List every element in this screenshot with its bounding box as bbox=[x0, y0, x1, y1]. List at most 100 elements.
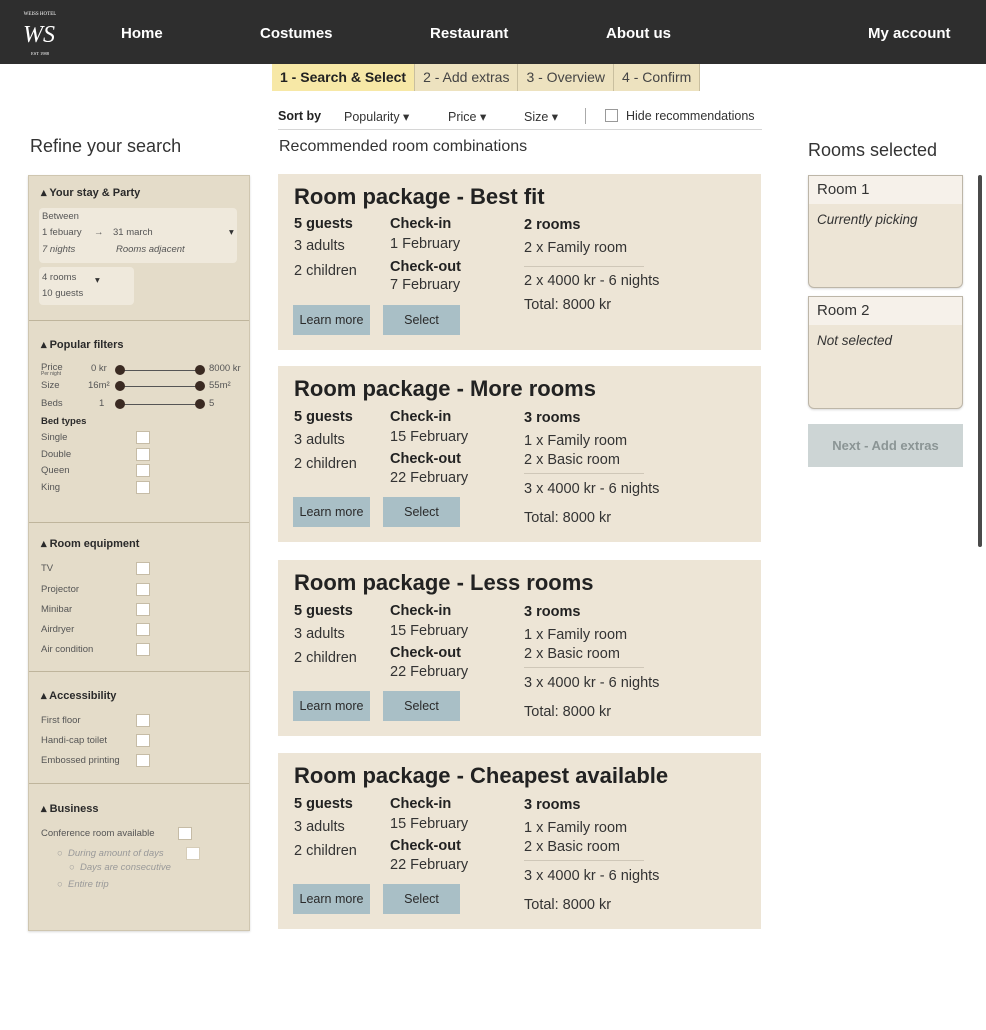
package-card: Room package - Less rooms 5 guests 3 adu… bbox=[278, 560, 761, 736]
equipment-minibar-label: Minibar bbox=[41, 604, 73, 615]
price-slider-max-handle[interactable] bbox=[195, 365, 205, 375]
select-package-button[interactable]: Select bbox=[383, 884, 460, 914]
beds-slider-min-handle[interactable] bbox=[115, 399, 125, 409]
learn-more-button[interactable]: Learn more bbox=[293, 884, 370, 914]
package-price-line: 2 x 4000 kr - 6 nights bbox=[524, 273, 660, 289]
room-equipment-title[interactable]: ▴ Room equipment bbox=[41, 537, 139, 550]
bed-type-double-label: Double bbox=[41, 449, 72, 460]
package-guests: 5 guests bbox=[294, 603, 353, 619]
room-slot-2[interactable]: Room 2 Not selected bbox=[808, 296, 963, 409]
select-package-button[interactable]: Select bbox=[383, 305, 460, 335]
step-confirm[interactable]: 4 - Confirm bbox=[614, 64, 701, 91]
guests-count: 10 guests bbox=[42, 288, 84, 299]
checkout-date: 7 February bbox=[390, 277, 461, 293]
package-divider bbox=[524, 266, 644, 267]
step-add-extras[interactable]: 2 - Add extras bbox=[415, 64, 519, 91]
checkin-label: Check-in bbox=[390, 603, 452, 619]
package-adults: 3 adults bbox=[294, 626, 345, 642]
package-adults: 3 adults bbox=[294, 819, 345, 835]
popular-filters-title[interactable]: ▴ Popular filters bbox=[41, 338, 124, 351]
package-guests: 5 guests bbox=[294, 216, 353, 232]
nav-about-us[interactable]: About us bbox=[606, 0, 671, 64]
nav-restaurant[interactable]: Restaurant bbox=[430, 0, 508, 64]
days-consecutive-option[interactable]: ○ Days are consecutive bbox=[69, 862, 171, 873]
sort-label: Sort by bbox=[278, 109, 322, 123]
beds-slider-track bbox=[117, 404, 199, 405]
hide-recommendations-checkbox[interactable] bbox=[605, 109, 618, 123]
select-package-button[interactable]: Select bbox=[383, 691, 460, 721]
sort-size-dropdown[interactable]: Size ▾ bbox=[524, 109, 558, 124]
package-rooms-count: 2 rooms bbox=[524, 217, 581, 233]
package-rooms-count: 3 rooms bbox=[524, 604, 581, 620]
equipment-tv-checkbox[interactable] bbox=[136, 562, 150, 575]
beds-slider-max-handle[interactable] bbox=[195, 399, 205, 409]
equipment-airdryer-checkbox[interactable] bbox=[136, 623, 150, 636]
next-add-extras-button[interactable]: Next - Add extras bbox=[808, 424, 963, 467]
entire-trip-option[interactable]: ○ Entire trip bbox=[57, 879, 109, 890]
size-slider-max-handle[interactable] bbox=[195, 381, 205, 391]
nav-my-account[interactable]: My account bbox=[868, 0, 951, 64]
nav-home[interactable]: Home bbox=[121, 0, 163, 64]
first-floor-checkbox[interactable] bbox=[136, 714, 150, 727]
package-room-line: 2 x Basic room bbox=[524, 452, 620, 468]
equipment-minibar-checkbox[interactable] bbox=[136, 603, 150, 616]
accessibility-section: ▴ Accessibility First floor Handi-cap to… bbox=[29, 672, 249, 784]
date-from: 1 febuary bbox=[42, 227, 82, 238]
price-max: 8000 kr bbox=[209, 363, 241, 374]
chevron-down-icon: ▾ bbox=[229, 227, 234, 238]
nav-costumes[interactable]: Costumes bbox=[260, 0, 333, 64]
first-floor-label: First floor bbox=[41, 715, 81, 726]
sort-popularity-dropdown[interactable]: Popularity ▾ bbox=[344, 109, 409, 124]
during-days-input[interactable] bbox=[186, 847, 200, 860]
rooms-count: 4 rooms bbox=[42, 272, 77, 283]
price-slider-min-handle[interactable] bbox=[115, 365, 125, 375]
price-sub-label: Per night bbox=[41, 371, 62, 377]
rooms-guests-picker[interactable]: 4 rooms 10 guests ▾ bbox=[39, 267, 134, 305]
bed-type-queen-checkbox[interactable] bbox=[136, 464, 150, 477]
package-rooms-count: 3 rooms bbox=[524, 797, 581, 813]
package-total: Total: 8000 kr bbox=[524, 297, 612, 313]
package-price-line: 3 x 4000 kr - 6 nights bbox=[524, 868, 660, 884]
package-total: Total: 8000 kr bbox=[524, 897, 612, 913]
learn-more-button[interactable]: Learn more bbox=[293, 497, 370, 527]
business-title[interactable]: ▴ Business bbox=[41, 802, 99, 815]
equipment-projector-label: Projector bbox=[41, 584, 80, 595]
page-scrollbar[interactable] bbox=[978, 175, 982, 547]
equipment-projector-checkbox[interactable] bbox=[136, 583, 150, 596]
sort-divider bbox=[585, 108, 586, 124]
hotel-logo[interactable]: WEISS HOTEL WS EST 1988 bbox=[16, 6, 64, 58]
accessibility-title[interactable]: ▴ Accessibility bbox=[41, 689, 116, 702]
embossed-printing-checkbox[interactable] bbox=[136, 754, 150, 767]
checkin-date: 15 February bbox=[390, 429, 469, 445]
beds-max: 5 bbox=[209, 398, 215, 409]
checkout-label: Check-out bbox=[390, 645, 461, 661]
package-room-line: 1 x Family room bbox=[524, 820, 628, 836]
checkout-date: 22 February bbox=[390, 470, 469, 486]
embossed-printing-label: Embossed printing bbox=[41, 755, 120, 766]
bed-type-king-checkbox[interactable] bbox=[136, 481, 150, 494]
equipment-air-condition-label: Air condition bbox=[41, 644, 94, 655]
step-search-select[interactable]: 1 - Search & Select bbox=[272, 64, 416, 91]
sort-price-dropdown[interactable]: Price ▾ bbox=[448, 109, 486, 124]
learn-more-button[interactable]: Learn more bbox=[293, 305, 370, 335]
package-total: Total: 8000 kr bbox=[524, 510, 612, 526]
beds-min: 1 bbox=[99, 398, 105, 409]
checkout-steps: 1 - Search & Select 2 - Add extras 3 - O… bbox=[272, 64, 701, 91]
stay-section-title[interactable]: ▴ Your stay & Party bbox=[41, 186, 140, 199]
step-overview[interactable]: 3 - Overview bbox=[518, 64, 615, 91]
size-slider-min-handle[interactable] bbox=[115, 381, 125, 391]
handicap-toilet-checkbox[interactable] bbox=[136, 734, 150, 747]
select-package-button[interactable]: Select bbox=[383, 497, 460, 527]
date-range-picker[interactable]: Between 1 febuary → 31 march 7 nights Ro… bbox=[39, 208, 237, 263]
refine-title: Refine your search bbox=[30, 136, 182, 156]
learn-more-button[interactable]: Learn more bbox=[293, 691, 370, 721]
equipment-airdryer-label: Airdryer bbox=[41, 624, 75, 635]
date-to: 31 march bbox=[113, 227, 153, 238]
bed-type-single-checkbox[interactable] bbox=[136, 431, 150, 444]
conference-room-checkbox[interactable] bbox=[178, 827, 192, 840]
bed-type-double-checkbox[interactable] bbox=[136, 448, 150, 461]
equipment-air-condition-checkbox[interactable] bbox=[136, 643, 150, 656]
during-days-option[interactable]: ○ During amount of days bbox=[57, 848, 164, 859]
room-slot-1[interactable]: Room 1 Currently picking bbox=[808, 175, 963, 288]
bed-type-king-label: King bbox=[41, 482, 61, 493]
